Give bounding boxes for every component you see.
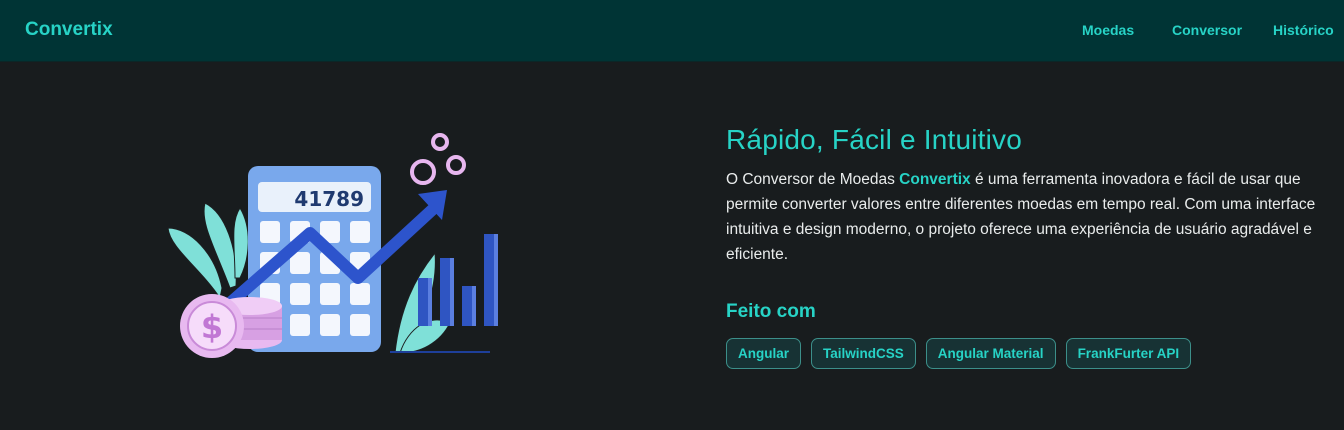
built-with-title: Feito com [726, 301, 816, 322]
bubbles [410, 133, 466, 185]
chip-frankfurter-api: FrankFurter API [1065, 338, 1192, 369]
hero-illustration: 41789 $ [160, 128, 510, 368]
chip-tailwindcss: TailwindCSS [811, 338, 916, 369]
coin-symbol: $ [201, 308, 223, 346]
tech-chips: Angular TailwindCSS Angular Material Fra… [726, 338, 1326, 369]
hero-title: Rápido, Fácil e Intuitivo [726, 124, 1023, 155]
nav-link-historico[interactable]: Histórico [1273, 22, 1334, 38]
calculator-chart-illustration: 41789 $ [167, 133, 498, 358]
hero-description: O Conversor de Moedas Convertix é uma fe… [726, 167, 1316, 267]
desc-brand-highlight: Convertix [899, 171, 971, 188]
hero-content: Rápido, Fácil e Intuitivo O Conversor de… [726, 124, 1326, 369]
calculator-display-text: 41789 [294, 187, 364, 211]
chip-angular: Angular [726, 338, 802, 369]
brand-logo[interactable]: Convertix [25, 19, 113, 41]
leaves-left [167, 202, 249, 300]
dollar-coin-icon: $ [180, 294, 244, 358]
desc-text-start: O Conversor de Moedas [726, 171, 900, 188]
navbar: Convertix Moedas Conversor Histórico [0, 0, 1344, 62]
nav-link-conversor[interactable]: Conversor [1172, 22, 1242, 38]
nav-link-moedas[interactable]: Moedas [1082, 22, 1134, 38]
chip-angular-material: Angular Material [925, 338, 1056, 369]
